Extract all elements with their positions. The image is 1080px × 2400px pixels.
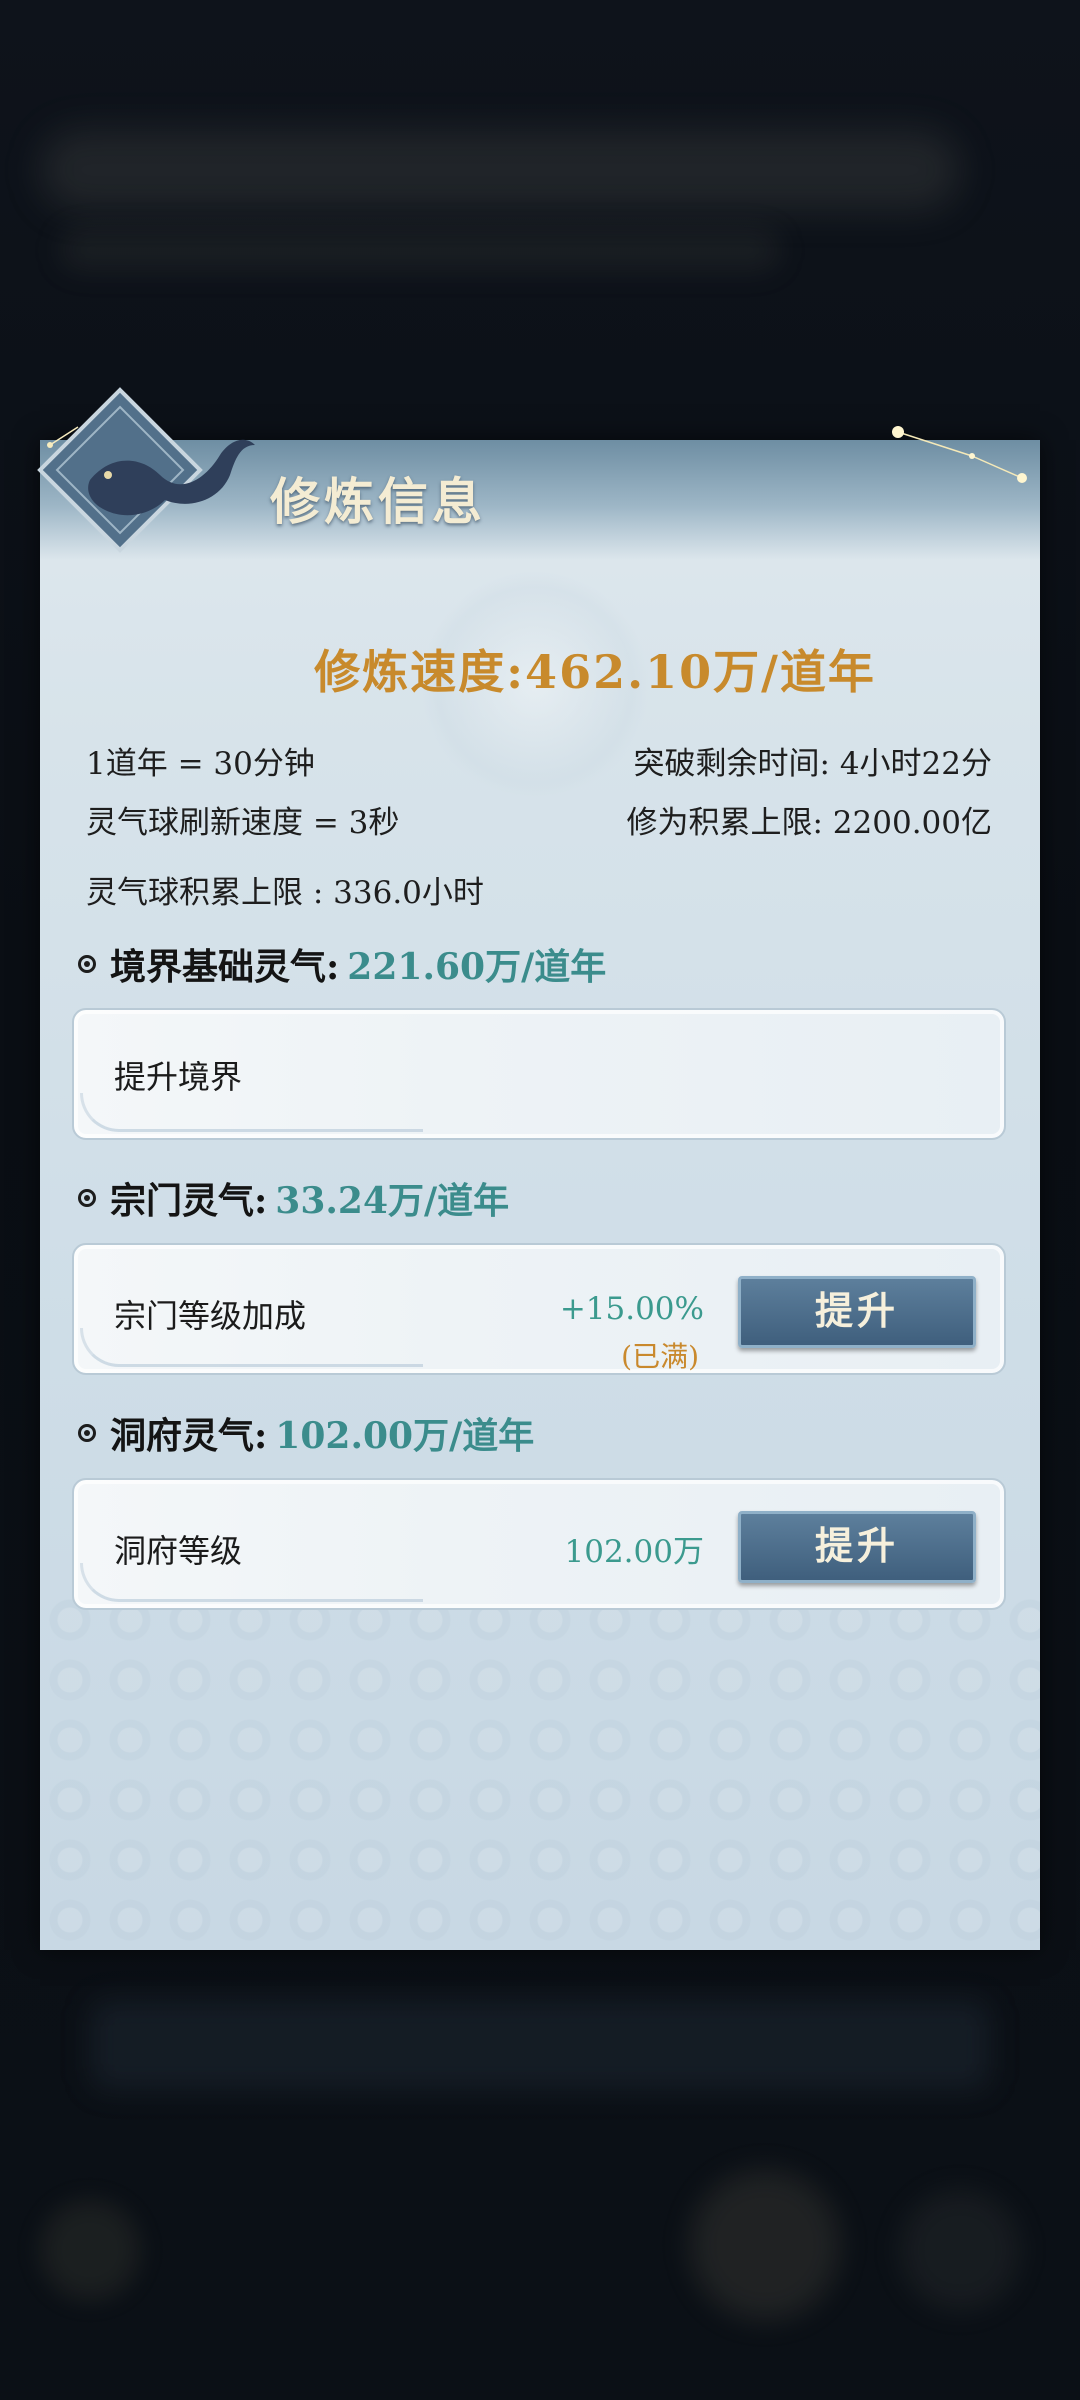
row-label: 宗门等级加成 [114,1297,307,1335]
upgrade-realm-row[interactable]: 提升境界 [72,1008,1006,1140]
section-title: 境界基础灵气: [110,946,340,988]
orb-cap-info: 灵气球积累上限 : 336.0小时 [86,875,484,911]
cave-level-value: 102.00万 [564,1534,704,1570]
section-sect-qi: 宗门灵气: 33.24万/道年 [78,1172,509,1224]
background-icon-blur [40,2200,140,2300]
bullet-icon [78,1189,96,1207]
sect-level-row: 宗门等级加成 +15.00% (已满) 提升 [72,1243,1006,1375]
breakthrough-time-info: 突破剩余时间: 4小时22分 [633,746,992,782]
section-value: 33.24万/道年 [275,1180,510,1222]
beast-emblem-icon [37,387,255,553]
constellation-decoration-icon [892,426,1027,483]
row-label: 洞府等级 [114,1532,243,1570]
sect-upgrade-button[interactable]: 提升 [738,1276,976,1348]
maxed-badge: (已满) [621,1340,699,1373]
panel-title: 修炼信息 [270,472,486,531]
orb-refresh-info: 灵气球刷新速度 = 3秒 [86,805,400,841]
background-icon-blur [690,2170,840,2320]
section-realm-qi: 境界基础灵气: 221.60万/道年 [78,938,606,990]
section-cave-qi: 洞府灵气: 102.00万/道年 [78,1407,534,1459]
cave-upgrade-button[interactable]: 提升 [738,1511,976,1583]
section-title: 洞府灵气: [110,1415,268,1457]
row-label: 提升境界 [114,1058,243,1096]
sect-bonus-value: +15.00% [559,1291,704,1327]
cultivation-cap-info: 修为积累上限: 2200.00亿 [626,805,993,841]
background-icon-blur [900,2190,1020,2310]
cave-level-row: 洞府等级 102.00万 提升 [72,1478,1006,1610]
cultivation-speed: 修炼速度:462.10万/道年 [314,645,876,699]
section-value: 221.60万/道年 [347,946,607,988]
dao-year-info: 1道年 = 30分钟 [86,746,315,782]
cloud-pattern [40,1590,1040,1950]
bullet-icon [78,955,96,973]
bullet-icon [78,1424,96,1442]
background-row-blur [90,2000,990,2090]
background-title-blur [40,130,960,210]
section-value: 102.00万/道年 [275,1415,535,1457]
section-title: 宗门灵气: [110,1180,268,1222]
background-subtitle-blur [60,230,780,270]
